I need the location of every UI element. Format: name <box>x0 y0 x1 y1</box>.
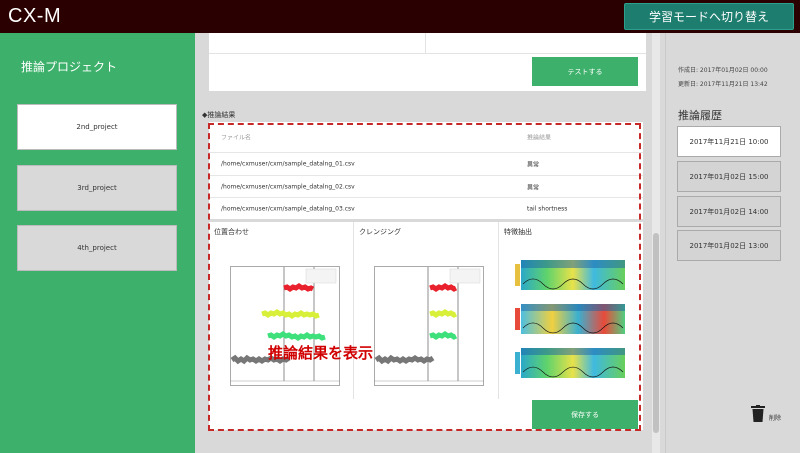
divider <box>425 33 426 53</box>
project-item-2nd[interactable]: 2nd_project <box>17 104 177 150</box>
history-title: 推論履歴 <box>678 109 722 122</box>
history-label: 2017年11月21日 10:00 <box>689 137 769 146</box>
project-sidebar: 推論プロジェクト 2nd_project 3rd_project 4th_pro… <box>0 33 195 453</box>
scrollbar-thumb[interactable] <box>653 233 659 433</box>
history-item[interactable]: 2017年01月02日 15:00 <box>677 161 781 192</box>
main-content: テストする ◆推論結果 ファイル名 推論結果 /home/cxmuser/cxm… <box>195 33 665 453</box>
chart-title: 特徴抽出 <box>504 228 532 236</box>
app-title: CX-M <box>8 5 62 27</box>
sidebar-title: 推論プロジェクト <box>21 60 118 74</box>
project-item-4th[interactable]: 4th_project <box>17 225 177 271</box>
inference-result: 異常 <box>527 161 540 169</box>
history-item[interactable]: 2017年01月02日 14:00 <box>677 196 781 227</box>
table-row[interactable]: /home/cxmuser/cxm/sample_datalng_01.csv … <box>209 152 643 175</box>
divider <box>209 53 646 54</box>
history-sidebar: 作成日: 2017年01月02日 00:00 更新日: 2017年11月21日 … <box>665 33 800 453</box>
chart-cleansing: クレンジング <box>354 222 498 399</box>
chart-title: クレンジング <box>359 228 401 236</box>
column-header-result: 推論結果 <box>527 134 552 142</box>
delete-button[interactable]: 削除 <box>751 405 791 425</box>
save-button[interactable]: 保存する <box>532 400 638 429</box>
results-panel: ファイル名 推論結果 /home/cxmuser/cxm/sample_data… <box>209 122 643 430</box>
test-panel: テストする <box>209 33 646 91</box>
inference-result: 異常 <box>527 184 540 192</box>
switch-to-training-mode-button[interactable]: 学習モードへ切り替え <box>624 3 794 30</box>
feature-heatmap <box>515 256 627 392</box>
trash-icon <box>751 405 765 422</box>
table-header: ファイル名 推論結果 <box>209 122 643 152</box>
history-item[interactable]: 2017年11月21日 10:00 <box>677 126 781 157</box>
updated-date: 更新日: 2017年11月21日 13:42 <box>678 81 768 88</box>
history-label: 2017年01月02日 14:00 <box>689 207 769 216</box>
project-label: 4th_project <box>77 244 117 252</box>
file-path: /home/cxmuser/cxm/sample_datalng_02.csv <box>221 183 355 191</box>
history-item[interactable]: 2017年01月02日 13:00 <box>677 230 781 261</box>
column-header-filename: ファイル名 <box>221 134 252 142</box>
delete-label: 削除 <box>769 415 782 422</box>
alignment-plot <box>230 266 340 386</box>
history-label: 2017年01月02日 13:00 <box>689 241 769 250</box>
inference-result: tail shortness <box>527 205 568 213</box>
created-date: 作成日: 2017年01月02日 00:00 <box>678 67 768 74</box>
project-label: 3rd_project <box>77 184 117 192</box>
table-row[interactable]: /home/cxmuser/cxm/sample_datalng_03.csv … <box>209 197 643 220</box>
app-header: CX-M 学習モードへ切り替え <box>0 0 800 33</box>
chart-feature-extraction: 特徴抽出 <box>499 222 643 399</box>
file-path: /home/cxmuser/cxm/sample_datalng_01.csv <box>221 160 355 168</box>
charts-area: 位置合わせ クレンジング 特徴抽出 保存する <box>209 219 643 430</box>
project-item-3rd[interactable]: 3rd_project <box>17 165 177 211</box>
chart-alignment: 位置合わせ <box>209 222 353 399</box>
project-label: 2nd_project <box>76 123 118 131</box>
file-path: /home/cxmuser/cxm/sample_datalng_03.csv <box>221 205 355 213</box>
annotation-show-results: 推論結果を表示 <box>268 344 374 362</box>
table-row[interactable]: /home/cxmuser/cxm/sample_datalng_02.csv … <box>209 175 643 198</box>
history-label: 2017年01月02日 15:00 <box>689 172 769 181</box>
cleansing-plot <box>374 266 484 386</box>
test-button[interactable]: テストする <box>532 57 638 86</box>
inference-results-heading: ◆推論結果 <box>202 111 236 119</box>
chart-title: 位置合わせ <box>214 228 249 236</box>
